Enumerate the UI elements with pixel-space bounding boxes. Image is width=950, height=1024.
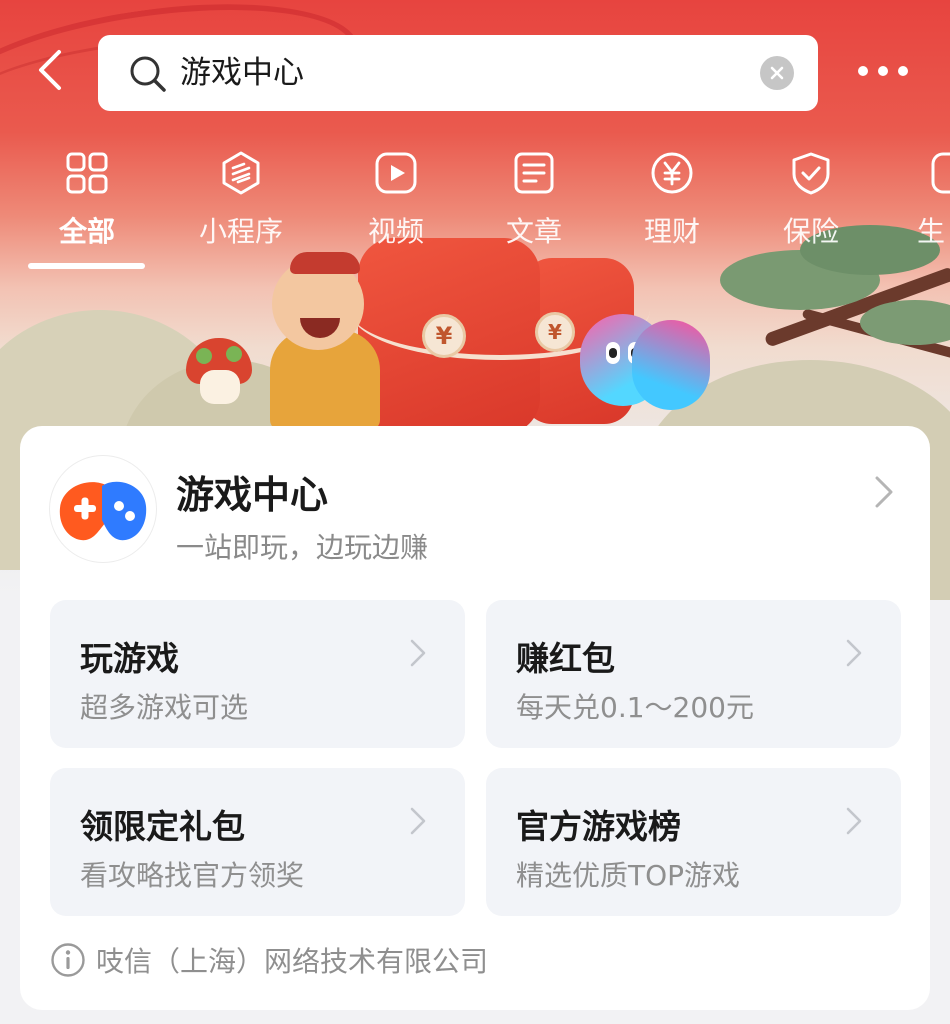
chevron-left-icon	[39, 50, 61, 90]
yuan-coin-icon: ¥	[422, 314, 466, 358]
app-title[interactable]: 游戏中心	[176, 464, 328, 519]
tile-subtitle: 精选优质TOP游戏	[516, 859, 741, 892]
shield-icon	[792, 152, 830, 195]
tile-title: 玩游戏	[80, 639, 179, 678]
tab-label: 保险	[782, 215, 839, 248]
more-button[interactable]	[858, 56, 908, 86]
tab-more[interactable]: 生	[889, 148, 950, 268]
mini-program-icon	[222, 151, 260, 195]
more-dot-icon	[878, 66, 888, 76]
tab-active-indicator	[28, 263, 145, 269]
tab-finance[interactable]: 理财	[612, 148, 732, 268]
search-icon	[130, 56, 166, 92]
back-button[interactable]	[28, 44, 72, 96]
tile-limited-gift[interactable]: 领限定礼包 看攻略找官方领奖	[50, 768, 465, 916]
chevron-right-icon	[410, 807, 426, 835]
tile-earn-red-packet[interactable]: 赚红包 每天兑0.1～200元	[486, 600, 901, 748]
tile-subtitle: 每天兑0.1～200元	[516, 691, 754, 724]
tab-video[interactable]: 视频	[336, 148, 456, 268]
category-tabs: 全部 小程序 视频 文章 理财 保险 生	[0, 148, 950, 278]
yuan-icon	[651, 152, 693, 194]
close-icon	[770, 66, 784, 80]
tab-all[interactable]: 全部	[27, 148, 147, 268]
game-center-logo[interactable]	[50, 456, 156, 562]
video-icon	[375, 152, 417, 194]
blob-character	[632, 320, 710, 410]
tile-subtitle: 看攻略找官方领奖	[80, 859, 305, 892]
yuan-coin-icon: ¥	[535, 312, 575, 352]
app-subtitle: 一站即玩，边玩边赚	[176, 531, 429, 564]
company-name: 吱信（上海）网络技术有限公司	[96, 945, 489, 978]
chevron-right-icon	[410, 639, 426, 667]
tab-label: 小程序	[198, 215, 283, 248]
result-card: 游戏中心 一站即玩，边玩边赚 玩游戏 超多游戏可选 赚红包 每天兑0.1～200…	[20, 426, 930, 1010]
tab-label: 全部	[58, 215, 115, 248]
tab-label: 生	[917, 215, 946, 248]
tab-insurance[interactable]: 保险	[751, 148, 871, 268]
tile-play-games[interactable]: 玩游戏 超多游戏可选	[50, 600, 465, 748]
mushroom-face	[200, 370, 240, 404]
company-info[interactable]: 吱信（上海）网络技术有限公司	[50, 942, 488, 978]
chevron-right-icon	[846, 807, 862, 835]
partial-icon	[931, 152, 950, 194]
more-dot-icon	[898, 66, 908, 76]
tile-title: 领限定礼包	[80, 807, 245, 846]
tile-title: 赚红包	[516, 639, 615, 678]
article-icon	[514, 152, 554, 194]
chevron-right-icon	[846, 639, 862, 667]
chevron-right-icon[interactable]	[872, 474, 896, 510]
tile-title: 官方游戏榜	[516, 807, 681, 846]
tab-label: 理财	[643, 215, 700, 248]
info-icon	[51, 943, 85, 977]
pine-foliage	[860, 300, 950, 345]
tile-subtitle: 超多游戏可选	[80, 691, 249, 724]
tab-article[interactable]: 文章	[474, 148, 594, 268]
tab-label: 视频	[367, 215, 424, 248]
search-input[interactable]: 游戏中心	[180, 53, 304, 93]
tab-label: 文章	[505, 215, 562, 248]
search-bar[interactable]: 游戏中心	[98, 35, 818, 111]
tab-mini-program[interactable]: 小程序	[181, 148, 301, 268]
grid-icon	[66, 152, 108, 194]
clear-button[interactable]	[760, 56, 794, 90]
tile-official-ranking[interactable]: 官方游戏榜 精选优质TOP游戏	[486, 768, 901, 916]
more-dot-icon	[858, 66, 868, 76]
gamepad-icon	[59, 481, 147, 541]
